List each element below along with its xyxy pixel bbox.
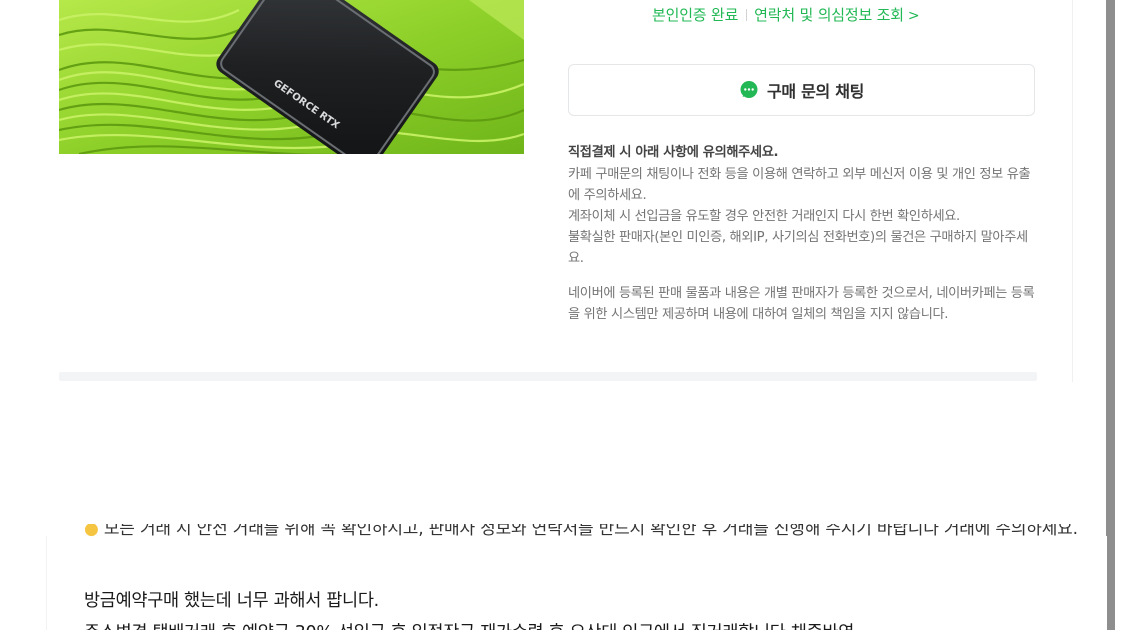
emoji-icon: ● — [84, 524, 99, 539]
chat-button-label: 구매 문의 채팅 — [766, 82, 865, 101]
notice-heading: 직접결제 시 아래 사항에 유의해주세요. — [568, 145, 779, 160]
post-text-line: 주소변경 택배거래 후 예약금 30% 선입금 후 입점잔금 재가수령 후 오산… — [84, 619, 854, 630]
chat-bubble-icon — [740, 81, 758, 98]
contact-check-link-label: 연락처 및 의심정보 조회 — [754, 6, 904, 24]
verified-label: 본인인증 완료 — [652, 6, 739, 24]
purchase-inquiry-chat-button[interactable]: 구매 문의 채팅 — [568, 64, 1035, 116]
post-cut-line-text: 모든 거래 시 안전 거래를 위해 꼭 확인하시고, 판매자 정보와 연락처를 … — [103, 524, 1078, 539]
seller-verification-row: 본인인증 완료 연락처 및 의심정보 조회 > — [652, 4, 920, 26]
scrollbar[interactable] — [1106, 0, 1115, 630]
panel-border — [1072, 0, 1073, 382]
post-text-line: 방금예약구매 했는데 너무 과해서 팝니다. — [84, 591, 379, 611]
post-cut-line: ● 모든 거래 시 안전 거래를 위해 꼭 확인하시고, 판매자 정보와 연락처… — [84, 524, 1078, 544]
notice-line: 카페 구매문의 채팅이나 전화 등을 이용해 연락하고 외부 메신저 이용 및 … — [568, 167, 1031, 203]
direct-payment-notice: 직접결제 시 아래 사항에 유의해주세요. 카페 구매문의 채팅이나 전화 등을… — [568, 142, 1038, 325]
chevron-right-icon: > — [907, 8, 920, 24]
contact-check-link[interactable]: 연락처 및 의심정보 조회 > — [754, 6, 919, 24]
product-photo: GEFORCE RTX — [59, 0, 524, 154]
product-image[interactable]: GEFORCE RTX — [59, 0, 524, 154]
notice-line: 불확실한 판매자(본인 미인증, 해외IP, 사기의심 전화번호)의 물건은 구… — [568, 230, 1028, 266]
panel-bottom-divider — [59, 372, 1037, 381]
separator — [746, 9, 748, 21]
notice-line: 계좌이체 시 선입금을 유도할 경우 안전한 거래인지 다시 한번 확인하세요. — [568, 209, 960, 224]
notice-disclaimer: 네이버에 등록된 판매 물품과 내용은 개별 판매자가 등록한 것으로서, 네이… — [568, 286, 1035, 322]
post-body — [46, 536, 1107, 630]
page: GEFORCE RTX 본인인증 완료 연락처 및 의심정보 조회 > 구매 문의 … — [0, 0, 1125, 630]
